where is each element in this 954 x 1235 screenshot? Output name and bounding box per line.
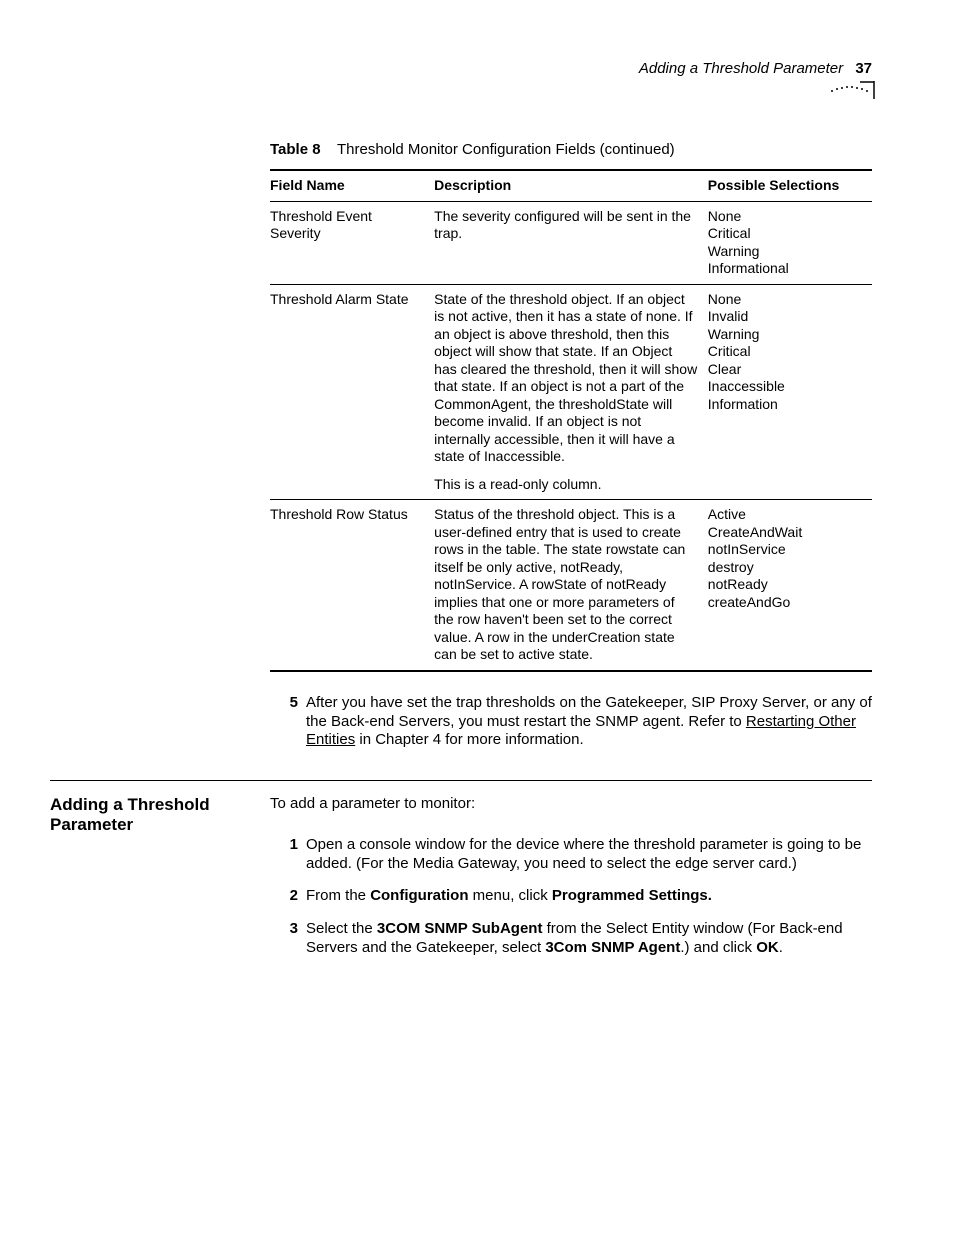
cell-selections: ActiveCreateAndWaitnotInServicedestroyno… bbox=[708, 500, 872, 671]
running-header: Adding a Threshold Parameter 37 bbox=[50, 60, 872, 79]
table-row: Threshold Event SeverityThe severity con… bbox=[270, 201, 872, 284]
step-text: Select the 3COM SNMP SubAgent from the S… bbox=[306, 920, 872, 958]
cell-desc: Status of the threshold object. This is … bbox=[434, 500, 708, 671]
cell-selections: NoneInvalidWarningCriticalClearInaccessi… bbox=[708, 284, 872, 500]
corner-decoration bbox=[50, 81, 876, 105]
section-intro: To add a parameter to monitor: bbox=[270, 795, 872, 814]
step-number: 1 bbox=[270, 836, 306, 874]
content-column: Table 8 Threshold Monitor Configuration … bbox=[270, 141, 872, 958]
page-number: 37 bbox=[855, 60, 872, 77]
table-row: Threshold Row StatusStatus of the thresh… bbox=[270, 500, 872, 671]
cell-selections: NoneCriticalWarningInformational bbox=[708, 201, 872, 284]
table-row: Threshold Alarm StateState of the thresh… bbox=[270, 284, 872, 500]
cell-field: Threshold Row Status bbox=[270, 500, 434, 671]
cell-desc: State of the threshold object. If an obj… bbox=[434, 284, 708, 500]
continuation-step: 5 After you have set the trap thresholds… bbox=[270, 694, 872, 750]
config-table: Field Name Description Possible Selectio… bbox=[270, 169, 872, 672]
step-text: From the Configuration menu, click Progr… bbox=[306, 887, 872, 906]
th-sel: Possible Selections bbox=[708, 170, 872, 201]
section-heading: Adding a Threshold Parameter bbox=[50, 795, 250, 836]
step-item: 1Open a console window for the device wh… bbox=[270, 836, 872, 874]
step-number: 5 bbox=[270, 694, 306, 750]
page: Adding a Threshold Parameter 37 Table 8 … bbox=[0, 0, 954, 1235]
step-text: Open a console window for the device whe… bbox=[306, 836, 872, 874]
procedure-steps: 1Open a console window for the device wh… bbox=[270, 836, 872, 958]
step-text: After you have set the trap thresholds o… bbox=[306, 694, 872, 750]
step-item: 3Select the 3COM SNMP SubAgent from the … bbox=[270, 920, 872, 958]
cell-desc: The severity configured will be sent in … bbox=[434, 201, 708, 284]
step-number: 2 bbox=[270, 887, 306, 906]
table-number: Table 8 bbox=[270, 141, 321, 158]
header-title: Adding a Threshold Parameter bbox=[639, 60, 843, 77]
cell-desc-sub: This is a read-only column. bbox=[434, 476, 698, 494]
th-field: Field Name bbox=[270, 170, 434, 201]
step-item: 2From the Configuration menu, click Prog… bbox=[270, 887, 872, 906]
cell-field: Threshold Event Severity bbox=[270, 201, 434, 284]
cell-field: Threshold Alarm State bbox=[270, 284, 434, 500]
section: Adding a Threshold Parameter To add a pa… bbox=[270, 795, 872, 958]
table-caption: Table 8 Threshold Monitor Configuration … bbox=[270, 141, 872, 160]
th-desc: Description bbox=[434, 170, 708, 201]
section-rule bbox=[50, 780, 872, 781]
step-number: 3 bbox=[270, 920, 306, 958]
table-title: Threshold Monitor Configuration Fields (… bbox=[337, 141, 675, 158]
